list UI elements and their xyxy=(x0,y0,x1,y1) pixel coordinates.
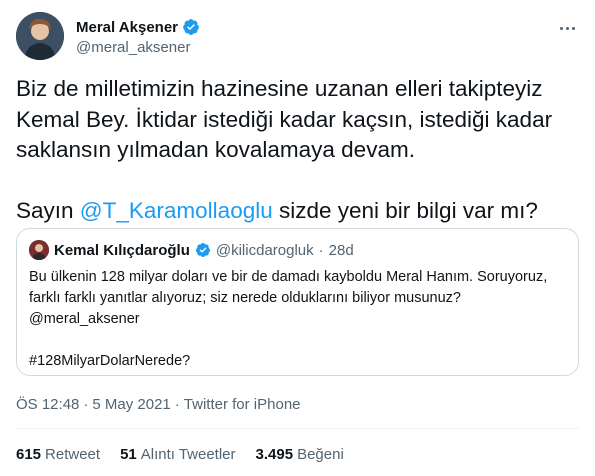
quoted-tweet-text: Bu ülkenin 128 milyar doları ve bir de d… xyxy=(29,267,565,372)
tweet-line: Kemal Bey. İktidar istediği kadar kaçsın… xyxy=(16,106,553,132)
tweet-meta: ÖS 12:48 · 5 May 2021 · Twitter for iPho… xyxy=(16,396,301,413)
retweets-stat[interactable]: 615 Retweet xyxy=(16,446,100,463)
likes-label: Beğeni xyxy=(297,446,344,463)
quoted-line: @meral_aksener xyxy=(29,311,140,327)
likes-count: 3.495 xyxy=(255,446,294,463)
avatar[interactable] xyxy=(16,12,64,60)
quoted-tweet[interactable]: Kemal Kılıçdaroğlu @kilicdarogluk · 28d … xyxy=(16,228,579,376)
quoted-author-name: Kemal Kılıçdaroğlu xyxy=(54,241,190,259)
author-name[interactable]: Meral Akşener xyxy=(76,19,178,36)
quoted-tweet-header: Kemal Kılıçdaroğlu @kilicdarogluk · 28d xyxy=(29,240,354,260)
quote-tweets-count: 51 xyxy=(120,446,137,463)
retweets-label: Retweet xyxy=(45,446,101,463)
tweet-line: Sayın @T_Karamollaoglu sizde yeni bir bi… xyxy=(16,196,579,227)
more-dot-icon xyxy=(565,26,569,30)
separator: · xyxy=(83,396,89,413)
tweet-text-segment: Sayın xyxy=(16,197,80,223)
mention-link[interactable]: @T_Karamollaoglu xyxy=(80,198,273,223)
more-dot-icon xyxy=(559,26,563,30)
tweet-date[interactable]: 5 May 2021 xyxy=(92,396,170,413)
separator: · xyxy=(174,396,180,413)
quoted-avatar-image xyxy=(29,240,49,260)
name-row: Meral Akşener xyxy=(76,18,200,36)
tweet-text: Biz de milletimizin hazinesine uzanan el… xyxy=(16,74,579,226)
tweet-time[interactable]: ÖS 12:48 xyxy=(16,396,79,413)
tweet-header: Meral Akşener @meral_aksener xyxy=(16,10,579,62)
separator: · xyxy=(318,241,324,259)
quoted-avatar xyxy=(29,240,49,260)
engagement-stats: 615 Retweet 51 Alıntı Tweetler 3.495 Beğ… xyxy=(16,446,344,463)
tweet-line: saklansın yılmadan kovalamaya devam. xyxy=(16,137,415,162)
quoted-author-handle: @kilicdarogluk xyxy=(215,241,314,259)
quoted-timestamp: 28d xyxy=(328,241,354,259)
verified-badge-icon xyxy=(195,243,210,257)
quoted-line: Bu ülkenin 128 milyar doları ve bir de d… xyxy=(29,269,548,285)
quoted-line: farklı farklı yanıtlar alıyoruz; siz ner… xyxy=(29,290,461,306)
avatar-image xyxy=(16,12,64,60)
author-handle[interactable]: @meral_aksener xyxy=(76,39,190,56)
tweet-line: Biz de milletimizin hazinesine uzanan el… xyxy=(16,76,543,101)
quote-tweets-stat[interactable]: 51 Alıntı Tweetler xyxy=(120,446,235,463)
verified-badge-icon xyxy=(183,19,199,35)
tweet-text-segment: sizde yeni bir bilgi var mı? xyxy=(272,197,538,223)
divider xyxy=(16,428,579,429)
retweets-count: 615 xyxy=(16,446,42,463)
more-dot-icon xyxy=(571,26,575,30)
quote-tweets-label: Alıntı Tweetler xyxy=(140,446,236,463)
quoted-line: #128MilyarDolarNerede? xyxy=(29,353,191,369)
more-options-button[interactable] xyxy=(555,18,579,38)
likes-stat[interactable]: 3.495 Beğeni xyxy=(256,446,344,463)
tweet-source-link[interactable]: Twitter for iPhone xyxy=(184,396,301,413)
